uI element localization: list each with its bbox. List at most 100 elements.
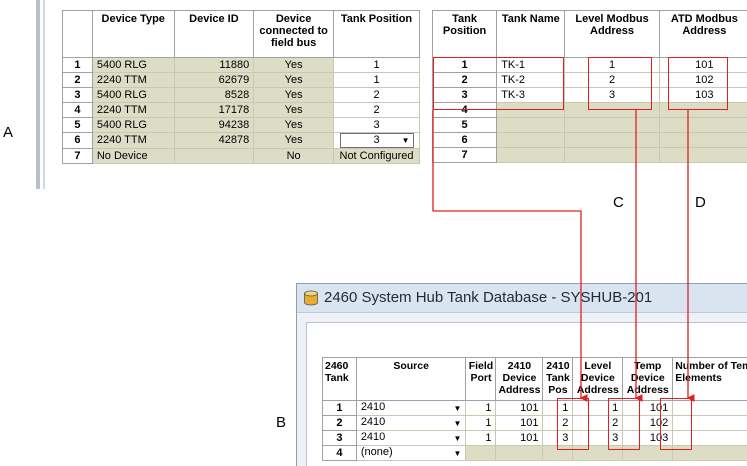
device-type-cell[interactable]: 2240 TTM	[91, 132, 175, 149]
level-device-address-cell[interactable]: 3	[572, 430, 624, 446]
device-id-cell[interactable]: 11880	[173, 57, 255, 73]
tank-pos-cell[interactable]	[542, 445, 574, 461]
header-2410-device-address[interactable]: 2410 Device Address	[495, 357, 544, 401]
atd-modbus-address-cell[interactable]	[658, 147, 747, 163]
device-type-cell[interactable]: 2240 TTM	[91, 102, 175, 118]
tank-name-cell[interactable]: TK-3	[496, 87, 566, 103]
device-connected-cell[interactable]: Yes	[253, 57, 334, 73]
level-modbus-address-cell[interactable]	[564, 132, 660, 148]
device-address-cell[interactable]: 101	[495, 415, 544, 431]
tank-position-cell[interactable]: 1	[333, 72, 420, 88]
device-id-cell[interactable]: 17178	[173, 102, 255, 118]
header-device-type[interactable]: Device Type	[91, 10, 175, 58]
temp-device-address-cell[interactable]: 102	[622, 415, 674, 431]
atd-modbus-address-cell[interactable]: 101	[658, 57, 747, 73]
tank-position-cell[interactable]: 2	[333, 87, 420, 103]
device-address-cell[interactable]: 101	[495, 430, 544, 446]
device-type-cell[interactable]: 5400 RLG	[91, 117, 175, 133]
device-type-cell[interactable]: No Device	[91, 148, 175, 164]
device-address-cell[interactable]: 101	[495, 400, 544, 416]
field-port-cell[interactable]: 1	[465, 400, 497, 416]
header-device-id[interactable]: Device ID	[173, 10, 255, 58]
temp-device-address-cell[interactable]: 103	[622, 430, 674, 446]
atd-modbus-address-cell[interactable]: 103	[658, 87, 747, 103]
atd-modbus-address-cell[interactable]	[658, 117, 747, 133]
header-2410-tank-pos[interactable]: 2410 Tank Pos	[542, 357, 574, 401]
tank-name-cell[interactable]: TK-2	[496, 72, 566, 88]
chevron-down-icon[interactable]: ▼	[454, 417, 462, 430]
level-device-address-cell[interactable]	[572, 445, 624, 461]
header-atd-modbus-address[interactable]: ATD Modbus Address	[658, 10, 747, 58]
tank-pos-cell[interactable]: 2	[542, 415, 574, 431]
temp-elements-cell[interactable]: 6	[672, 400, 747, 416]
device-type-cell[interactable]: 2240 TTM	[91, 72, 175, 88]
tank-position-cell[interactable]: 2	[333, 102, 420, 118]
header-level-device-address[interactable]: Level Device Address	[572, 357, 624, 401]
tank-position-dropdown[interactable]: 3 ▼	[339, 133, 414, 148]
device-connected-cell[interactable]: Yes	[253, 132, 334, 149]
header-2460-tank[interactable]: 2460 Tank	[322, 357, 357, 401]
source-cell[interactable]: (none) ▼	[355, 445, 467, 461]
device-id-cell[interactable]	[173, 148, 255, 164]
device-id-cell[interactable]: 42878	[173, 132, 255, 149]
level-modbus-address-cell[interactable]	[564, 102, 660, 118]
tank-name-cell[interactable]: TK-1	[496, 57, 566, 73]
tank-name-cell[interactable]	[496, 132, 566, 148]
temp-elements-cell[interactable]	[672, 445, 747, 461]
header-number-of-temp-elements[interactable]: Number of Temp Elements	[672, 357, 747, 401]
header-device-connected[interactable]: Device connected to field bus	[253, 10, 334, 58]
source-cell[interactable]: 2410 ▼	[355, 400, 467, 416]
device-connected-cell[interactable]: Yes	[253, 72, 334, 88]
temp-elements-cell[interactable]: 8	[672, 415, 747, 431]
tank-position-cell[interactable]: 3	[333, 117, 420, 133]
device-id-cell[interactable]: 94238	[173, 117, 255, 133]
tank-pos-cell[interactable]: 3	[542, 430, 574, 446]
chevron-down-icon[interactable]: ▼	[402, 134, 410, 147]
tank-name-cell[interactable]	[496, 102, 566, 118]
field-port-cell[interactable]	[465, 445, 497, 461]
atd-modbus-address-cell[interactable]	[658, 132, 747, 148]
tank-position-cell[interactable]: 3 ▼	[333, 132, 420, 149]
tank-pos-cell[interactable]: 1	[542, 400, 574, 416]
header-field-port[interactable]: Field Port	[465, 357, 497, 401]
temp-device-address-cell[interactable]: 101	[622, 400, 674, 416]
atd-modbus-address-cell[interactable]	[658, 102, 747, 118]
level-device-address-cell[interactable]: 2	[572, 415, 624, 431]
field-port-cell[interactable]: 1	[465, 415, 497, 431]
level-modbus-address-cell[interactable]: 1	[564, 57, 660, 73]
device-connected-cell[interactable]: Yes	[253, 117, 334, 133]
device-type-cell[interactable]: 5400 RLG	[91, 87, 175, 103]
tank-name-cell[interactable]	[496, 117, 566, 133]
header-level-modbus-address[interactable]: Level Modbus Address	[564, 10, 660, 58]
device-id-cell[interactable]: 8528	[173, 87, 255, 103]
header-tank-name[interactable]: Tank Name	[496, 10, 566, 58]
device-connected-cell[interactable]: No	[253, 148, 334, 164]
device-id-cell[interactable]: 62679	[173, 72, 255, 88]
tank-position-cell[interactable]: Not Configured	[333, 148, 420, 164]
level-modbus-address-cell[interactable]: 2	[564, 72, 660, 88]
tank-name-cell[interactable]	[496, 147, 566, 163]
chevron-down-icon[interactable]: ▼	[454, 432, 462, 445]
device-address-cell[interactable]	[495, 445, 544, 461]
device-connected-cell[interactable]: Yes	[253, 87, 334, 103]
field-port-cell[interactable]: 1	[465, 430, 497, 446]
source-cell[interactable]: 2410 ▼	[355, 415, 467, 431]
level-modbus-address-cell[interactable]	[564, 147, 660, 163]
header-temp-device-address[interactable]: Temp Device Address	[622, 357, 674, 401]
device-connected-cell[interactable]: Yes	[253, 102, 334, 118]
dialog-title-bar[interactable]: 2460 System Hub Tank Database - SYSHUB-2…	[297, 284, 747, 313]
level-device-address-cell[interactable]: 1	[572, 400, 624, 416]
temp-elements-cell[interactable]: 8	[672, 430, 747, 446]
temp-device-address-cell[interactable]	[622, 445, 674, 461]
level-modbus-address-cell[interactable]: 3	[564, 87, 660, 103]
level-modbus-address-cell[interactable]	[564, 117, 660, 133]
atd-modbus-address-cell[interactable]: 102	[658, 72, 747, 88]
chevron-down-icon[interactable]: ▼	[454, 447, 462, 460]
header-tank-position[interactable]: Tank Position	[333, 10, 420, 58]
tank-position-cell[interactable]: 1	[333, 57, 420, 73]
source-cell[interactable]: 2410 ▼	[355, 430, 467, 446]
device-type-cell[interactable]: 5400 RLG	[91, 57, 175, 73]
header-source[interactable]: Source	[355, 357, 467, 401]
chevron-down-icon[interactable]: ▼	[454, 402, 462, 415]
header-tank-position[interactable]: Tank Position	[431, 10, 498, 58]
